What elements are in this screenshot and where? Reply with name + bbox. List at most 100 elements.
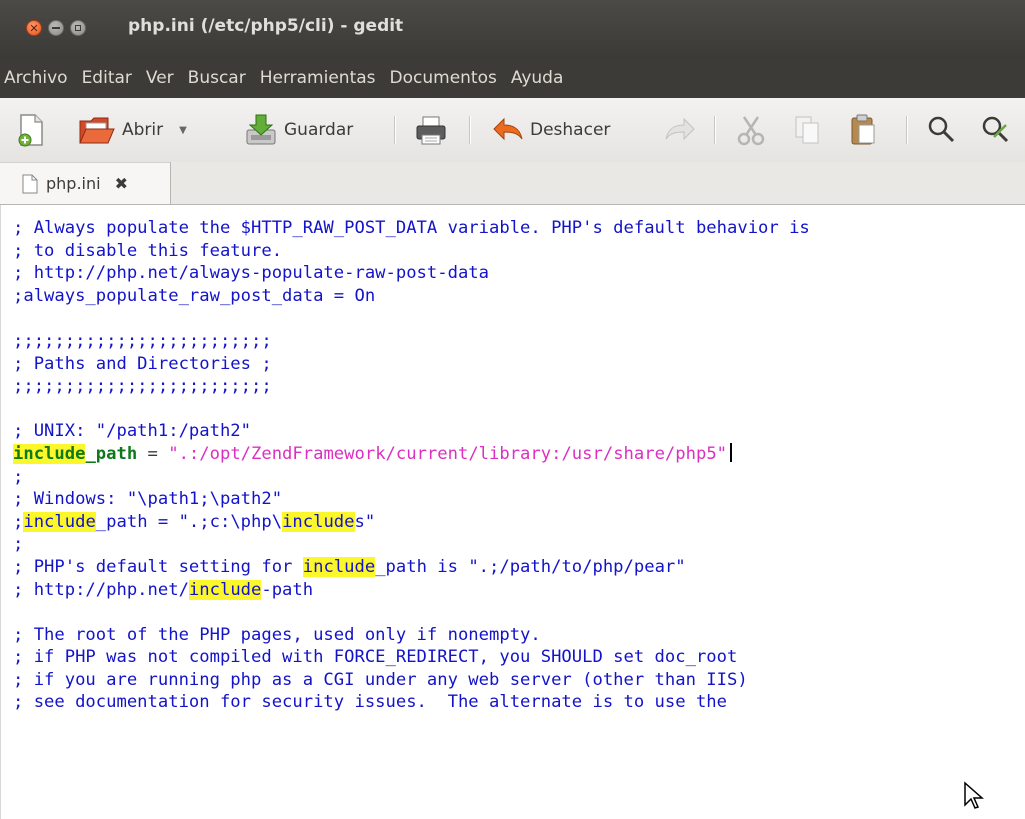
toolbar-separator	[394, 116, 396, 144]
search-match: include	[282, 511, 355, 532]
code-line[interactable]: ;include_path = ".;c:\php\includes"	[13, 511, 810, 534]
copy-button[interactable]	[792, 110, 822, 150]
search-replace-button[interactable]	[980, 110, 1010, 150]
code-line[interactable]: ;;;;;;;;;;;;;;;;;;;;;;;;;	[13, 375, 810, 398]
code-token: ; PHP's default setting for	[13, 556, 303, 577]
code-line[interactable]: ;;;;;;;;;;;;;;;;;;;;;;;;;	[13, 330, 810, 353]
toolbar: Abrir ▼ Guardar Deshacer	[0, 98, 1025, 163]
code-line[interactable]	[13, 601, 810, 624]
code-line[interactable]: ;	[13, 466, 810, 489]
printer-icon	[416, 116, 446, 145]
code-line[interactable]: ; if you are running php as a CGI under …	[13, 669, 810, 692]
code-line[interactable]: ; http://php.net/always-populate-raw-pos…	[13, 262, 810, 285]
menu-buscar[interactable]: Buscar	[181, 68, 253, 88]
scissors-icon	[737, 116, 765, 146]
code-token: ".:/opt/ZendFramework/current/library:/u…	[168, 443, 728, 464]
close-icon: ✕	[29, 21, 39, 35]
code-line[interactable]: ; Windows: "\path1;\path2"	[13, 488, 810, 511]
clipboard-icon	[851, 114, 875, 145]
code-token: _path = ".;c:\php\	[95, 511, 283, 532]
code-token: ;	[13, 534, 24, 555]
window-title: php.ini (/etc/php5/cli) - gedit	[128, 16, 404, 36]
mouse-pointer-icon	[964, 781, 984, 809]
code-token: ; UNIX: "/path1:/path2"	[13, 421, 251, 442]
code-token: ;always_populate_raw_post_data = On	[13, 285, 376, 306]
menu-herramientas[interactable]: Herramientas	[253, 68, 383, 88]
tab-php-ini[interactable]: php.ini ✖	[0, 162, 171, 204]
code-token: _path is ".;/path/to/php/pear"	[375, 556, 686, 577]
code-line[interactable]: ;	[13, 533, 810, 556]
menu-ver[interactable]: Ver	[139, 68, 181, 88]
code-token: ; if you are running php as a CGI under …	[13, 669, 748, 690]
toolbar-separator	[469, 116, 471, 144]
code-line[interactable]: ; if PHP was not compiled with FORCE_RED…	[13, 646, 810, 669]
code-line[interactable]: ; PHP's default setting for include_path…	[13, 556, 810, 579]
search-match: include	[302, 556, 376, 577]
minimize-window-button[interactable]	[48, 20, 64, 36]
code-token: ; http://php.net/	[13, 579, 189, 600]
code-line[interactable]: ; Always populate the $HTTP_RAW_POST_DAT…	[13, 217, 810, 240]
text-editor[interactable]: ; Always populate the $HTTP_RAW_POST_DAT…	[0, 205, 1025, 819]
menu-editar[interactable]: Editar	[75, 68, 139, 88]
search-replace-icon	[982, 116, 1009, 143]
code-token: ;;;;;;;;;;;;;;;;;;;;;;;;;	[13, 330, 272, 351]
tab-label: php.ini	[46, 174, 101, 193]
code-line[interactable]: ; see documentation for security issues.…	[13, 691, 810, 714]
save-icon	[246, 114, 276, 145]
code-line[interactable]: ; UNIX: "/path1:/path2"	[13, 420, 810, 443]
toolbar-separator	[714, 116, 716, 144]
code-token: ; Windows: "\path1;\path2"	[13, 489, 283, 510]
toolbar-separator	[906, 116, 908, 144]
menu-archivo[interactable]: Archivo	[0, 68, 75, 88]
menu-documentos[interactable]: Documentos	[383, 68, 504, 88]
code-token: ;	[13, 511, 24, 532]
undo-icon	[493, 117, 523, 141]
text-cursor	[730, 442, 733, 462]
new-document-icon	[18, 114, 43, 147]
redo-button[interactable]	[664, 110, 696, 150]
code-line[interactable]: ; Paths and Directories ;	[13, 353, 810, 376]
code-line[interactable]	[13, 398, 810, 421]
search-match: include	[13, 443, 86, 464]
code-line[interactable]: ; The root of the PHP pages, used only i…	[13, 624, 810, 647]
search-button[interactable]	[926, 110, 956, 150]
code-line[interactable]: ; to disable this feature.	[13, 240, 810, 263]
open-button[interactable]: Abrir ▼	[78, 110, 187, 150]
save-button[interactable]: Guardar	[244, 110, 353, 150]
undo-button[interactable]: Deshacer	[492, 110, 610, 150]
code-token: s"	[354, 511, 376, 532]
editor-content[interactable]: ; Always populate the $HTTP_RAW_POST_DAT…	[13, 217, 810, 714]
code-token: ; http://php.net/always-populate-raw-pos…	[13, 263, 489, 284]
code-token: ; see documentation for security issues.…	[13, 692, 727, 713]
code-token: ; Paths and Directories ;	[13, 353, 272, 374]
paste-button[interactable]	[848, 110, 878, 150]
print-button[interactable]	[414, 110, 448, 150]
code-token: ; Always populate the $HTTP_RAW_POST_DAT…	[13, 218, 810, 238]
code-token: ;;;;;;;;;;;;;;;;;;;;;;;;;	[13, 376, 272, 397]
code-line[interactable]	[13, 307, 810, 330]
redo-icon	[665, 117, 695, 141]
close-tab-icon[interactable]: ✖	[115, 174, 128, 193]
menu-ayuda[interactable]: Ayuda	[504, 68, 571, 88]
new-document-button[interactable]	[16, 110, 46, 150]
title-bar: ✕ php.ini (/etc/php5/cli) - gedit	[0, 0, 1025, 59]
code-token: =	[137, 443, 169, 464]
code-line[interactable]: ;always_populate_raw_post_data = On	[13, 285, 810, 308]
maximize-window-button[interactable]	[70, 20, 86, 36]
cut-button[interactable]	[736, 110, 766, 150]
code-token: -path	[261, 579, 314, 600]
open-folder-icon	[79, 117, 115, 144]
document-tab-bar: php.ini ✖	[0, 162, 1025, 205]
menu-bar: Archivo Editar Ver Buscar Herramientas D…	[0, 58, 1025, 98]
search-icon	[928, 116, 955, 143]
chevron-down-icon[interactable]: ▼	[179, 125, 187, 136]
close-window-button[interactable]: ✕	[26, 20, 42, 36]
minimize-icon	[52, 27, 60, 29]
search-match: include	[188, 579, 262, 600]
save-label: Guardar	[284, 120, 354, 140]
copy-icon	[795, 116, 819, 144]
code-line[interactable]: ; http://php.net/include-path	[13, 579, 810, 602]
maximize-icon	[75, 25, 81, 31]
code-token: ; if PHP was not compiled with FORCE_RED…	[13, 647, 738, 668]
code-line[interactable]: include_path = ".:/opt/ZendFramework/cur…	[13, 442, 810, 466]
